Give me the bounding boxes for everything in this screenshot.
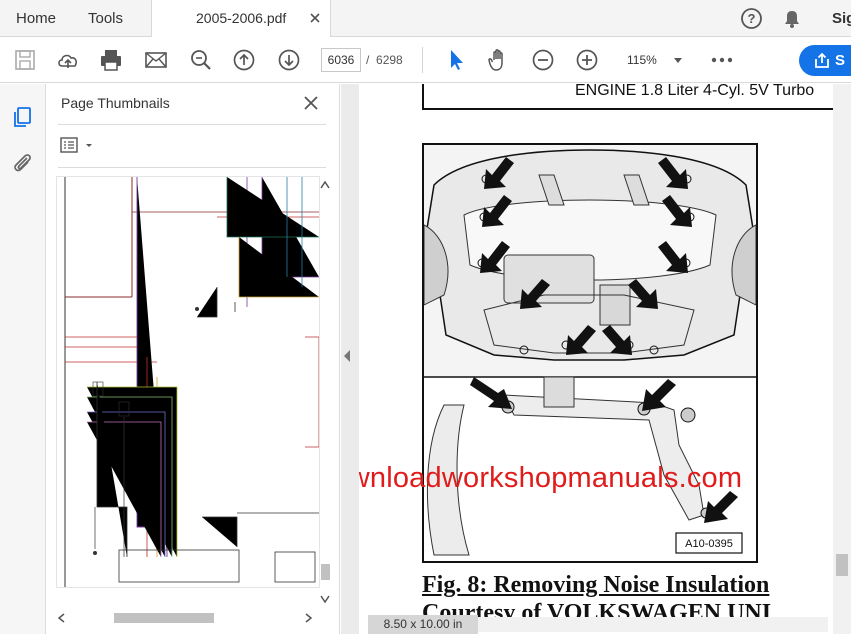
print-icon[interactable] <box>98 47 124 73</box>
close-icon[interactable] <box>306 9 324 27</box>
left-rail <box>0 84 46 634</box>
panel-title: Page Thumbnails <box>61 95 170 111</box>
help-icon[interactable]: ? <box>740 7 763 30</box>
divider <box>58 124 326 125</box>
zoom-select[interactable]: 115% <box>618 48 688 72</box>
figure-image: A10-0395 <box>422 143 758 563</box>
page-down-icon[interactable] <box>276 47 302 73</box>
watermark-text: www.downloadworkshopmanuals.com <box>359 462 743 494</box>
svg-text:?: ? <box>748 11 756 26</box>
figure-id-label: A10-0395 <box>685 538 733 550</box>
zoom-in-icon[interactable] <box>574 47 600 73</box>
page-thumbnails-panel: Page Thumbnails <box>46 84 340 634</box>
zoom-value: 115% <box>627 53 657 67</box>
tab-home[interactable]: Home <box>16 0 56 37</box>
chevron-down-icon <box>674 58 682 63</box>
page-separator: / <box>366 53 370 67</box>
page-thumbnail[interactable] <box>56 176 320 588</box>
save-icon[interactable] <box>12 47 38 73</box>
pdf-page: ENGINE 1.8 Liter 4-Cyl. 5V Turbo A10-039… <box>359 84 833 634</box>
document-horizontal-scrollbar[interactable] <box>478 617 828 632</box>
zoom-search-icon[interactable] <box>188 47 214 73</box>
figure-caption: Fig. 8: Removing Noise Insulation <box>422 572 770 598</box>
noise-insulation-illustration: A10-0395 <box>424 145 756 556</box>
page-size-label: 8.50 x 10.00 in <box>368 615 478 634</box>
engine-header: ENGINE 1.8 Liter 4-Cyl. 5V Turbo <box>575 84 815 99</box>
share-button[interactable]: S <box>799 45 851 76</box>
toolbar-divider <box>422 47 423 73</box>
thumbnail-options-icon[interactable] <box>60 136 96 156</box>
attachment-icon[interactable] <box>11 151 35 175</box>
scroll-thumb[interactable] <box>836 554 848 576</box>
page-count: / 6298 <box>366 48 403 72</box>
main-toolbar: 6036 / 6298 115% <box>0 37 851 83</box>
total-pages: 6298 <box>376 53 403 67</box>
select-arrow-icon[interactable] <box>443 47 469 73</box>
divider <box>58 167 326 168</box>
mail-icon[interactable] <box>143 47 169 73</box>
thumbnails-vertical-scrollbar[interactable] <box>318 176 332 606</box>
wiring-diagram-thumbnail <box>64 177 320 587</box>
share-label: S <box>835 52 846 69</box>
document-tab-title: 2005-2006.pdf <box>196 10 287 26</box>
document-viewer[interactable]: ENGINE 1.8 Liter 4-Cyl. 5V Turbo A10-039… <box>341 84 851 634</box>
tab-bar: Home Tools 2005-2006.pdf ? Sig <box>0 0 851 38</box>
upload-cloud-icon[interactable] <box>55 47 81 73</box>
document-vertical-scrollbar[interactable] <box>833 84 851 634</box>
hand-icon[interactable] <box>486 47 512 73</box>
more-icon[interactable] <box>709 47 735 73</box>
tab-document[interactable]: 2005-2006.pdf <box>151 0 331 38</box>
thumbnails-horizontal-scrollbar[interactable] <box>54 610 320 626</box>
collapse-panel-icon[interactable] <box>344 350 350 362</box>
close-panel-icon[interactable] <box>302 94 320 112</box>
page-up-icon[interactable] <box>231 47 257 73</box>
sign-in-link[interactable]: Sig <box>832 0 851 37</box>
tab-tools[interactable]: Tools <box>88 0 123 37</box>
notification-bell-icon[interactable] <box>781 7 803 30</box>
zoom-out-icon[interactable] <box>530 47 556 73</box>
page-number-input[interactable]: 6036 <box>321 48 361 72</box>
page-thumbnails-icon[interactable] <box>11 105 35 129</box>
share-icon <box>815 52 829 68</box>
